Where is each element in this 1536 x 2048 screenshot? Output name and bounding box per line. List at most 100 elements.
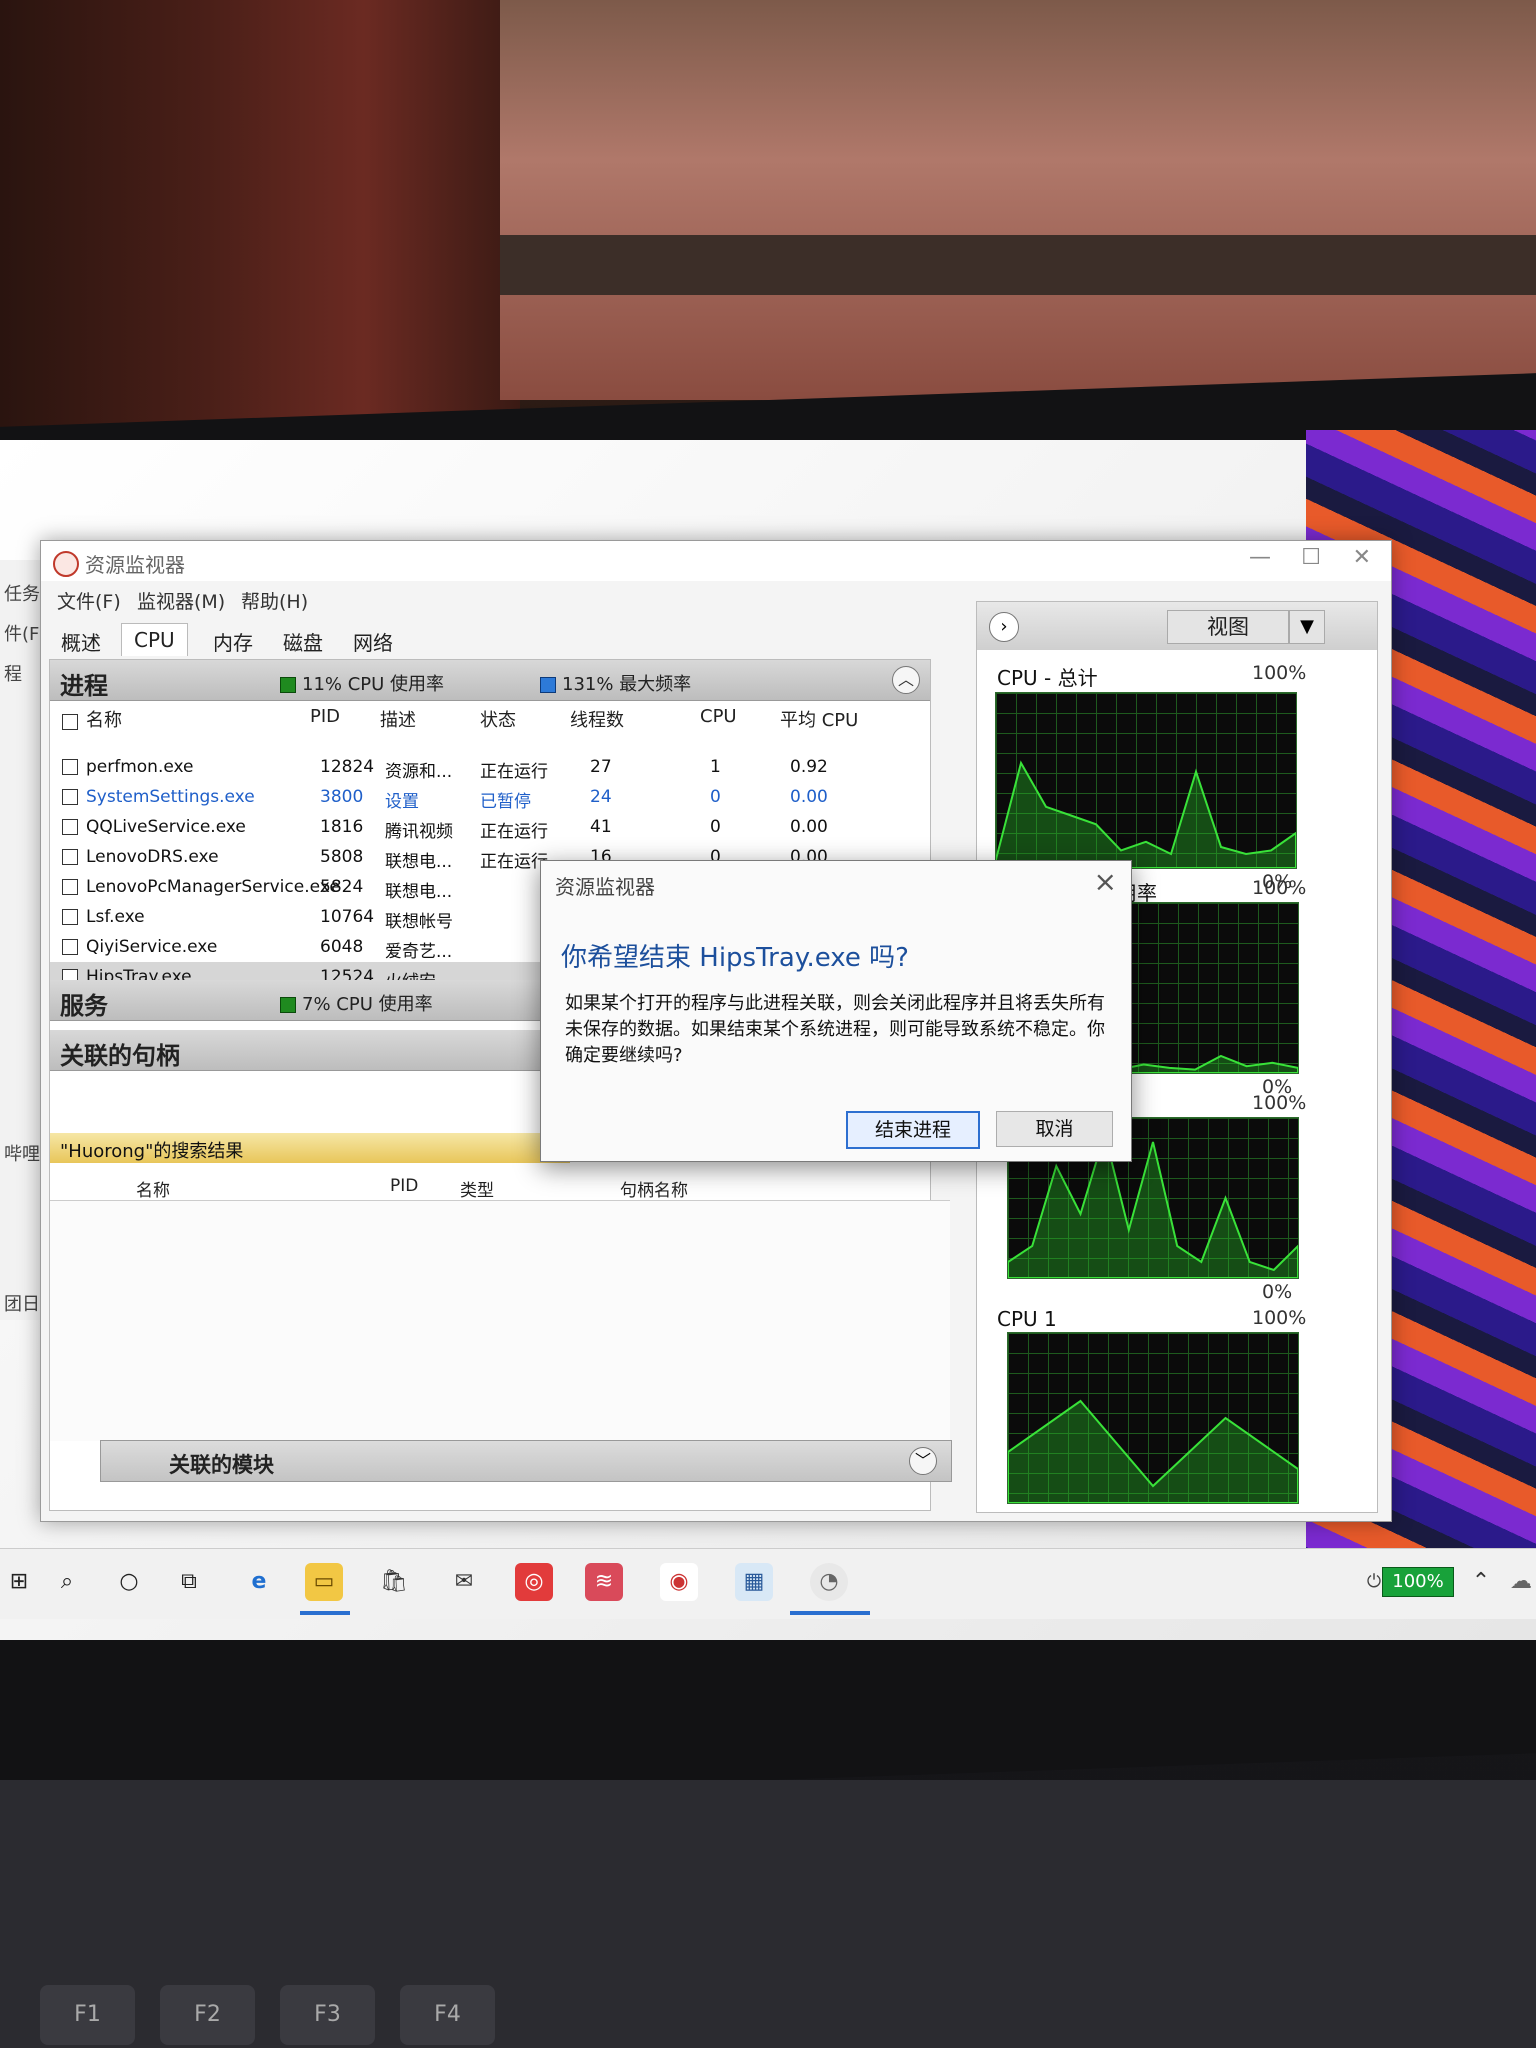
search-icon[interactable]: ⌕	[48, 1563, 86, 1601]
task-manager-icon[interactable]: ▦	[735, 1563, 773, 1601]
maximize-button[interactable]: ☐	[1301, 545, 1321, 570]
table-row[interactable]: QQLiveService.exe 1816 腾讯视频 正在运行 41 0 0.00	[50, 812, 910, 842]
processes-header[interactable]: 进程 11% CPU 使用率 131% 最大频率 ︿	[50, 660, 930, 701]
col-pid[interactable]: PID	[310, 706, 340, 727]
background-curtain	[0, 0, 520, 460]
processes-cpu-usage-text: 11% CPU 使用率	[302, 674, 445, 695]
menu-monitor[interactable]: 监视器(M)	[137, 587, 225, 614]
collapse-up-icon[interactable]: ︿	[892, 666, 920, 694]
task-view-icon[interactable]: ⧉	[170, 1563, 208, 1601]
processes-max-freq: 131% 最大频率	[540, 670, 691, 696]
handles-list	[50, 1200, 950, 1441]
cpu-usage-series	[1118, 1054, 1298, 1073]
resource-monitor-taskbar-icon[interactable]: ◔	[810, 1563, 848, 1601]
active-indicator	[300, 1611, 350, 1615]
process-pid: 6048	[320, 937, 364, 957]
background-railing	[500, 235, 1536, 295]
graph-min-pct: 0%	[1262, 1281, 1293, 1303]
f2-key: F2	[160, 1985, 255, 2045]
process-avg-cpu: 0.00	[790, 817, 828, 837]
graph-max-pct: 100%	[1252, 1092, 1307, 1114]
green-square-icon	[280, 677, 296, 693]
row-checkbox[interactable]	[62, 849, 78, 865]
close-icon[interactable]: ×	[1094, 865, 1117, 898]
dialog-heading: 你希望结束 HipsTray.exe 吗?	[561, 943, 909, 973]
col-threads[interactable]: 线程数	[570, 706, 624, 732]
row-checkbox[interactable]	[62, 939, 78, 955]
row-checkbox[interactable]	[62, 819, 78, 835]
tm-label: 团日	[4, 1294, 40, 1315]
process-cpu: 0	[710, 787, 721, 807]
file-explorer-icon[interactable]: ▭	[305, 1563, 343, 1601]
table-row[interactable]: SystemSettings.exe 3800 设置 已暂停 24 0 0.00	[50, 782, 910, 812]
chrome-icon[interactable]: ◉	[660, 1563, 698, 1601]
process-desc: 联想电...	[385, 852, 453, 872]
edge-icon[interactable]: e	[240, 1563, 278, 1601]
row-checkbox[interactable]	[62, 789, 78, 805]
tm-label: 程	[4, 664, 22, 685]
col-desc[interactable]: 描述	[380, 706, 416, 732]
select-all-checkbox[interactable]	[62, 714, 78, 730]
modules-header[interactable]: 关联的模块 ﹀	[100, 1440, 952, 1482]
process-pid: 10764	[320, 907, 375, 927]
processes-cpu-usage: 11% CPU 使用率	[280, 670, 444, 696]
processes-max-freq-text: 131% 最大频率	[562, 674, 692, 695]
graph-label: CPU 1	[997, 1307, 1057, 1331]
audio-app-icon[interactable]: ≋	[585, 1563, 623, 1601]
store-icon[interactable]: 🛍	[375, 1563, 413, 1601]
expand-right-icon[interactable]: ›	[989, 612, 1019, 642]
process-desc: 爱奇艺...	[385, 942, 453, 962]
chevron-down-icon[interactable]: ▼	[1289, 610, 1325, 644]
services-title: 服务	[60, 992, 108, 1020]
title-bar[interactable]: 资源监视器 — ☐ ✕	[41, 541, 1391, 581]
table-row[interactable]: perfmon.exe 12824 资源和... 正在运行 27 1 0.92	[50, 752, 910, 782]
cancel-button[interactable]: 取消	[996, 1111, 1113, 1147]
tab-memory[interactable]: 内存	[201, 623, 265, 660]
end-process-dialog: 资源监视器 × 你希望结束 HipsTray.exe 吗? 如果某个打开的程序与…	[540, 860, 1132, 1162]
menu-file[interactable]: 文件(F)	[57, 587, 121, 614]
process-name: SystemSettings.exe	[86, 787, 255, 807]
col-handle-handle-name[interactable]: 句柄名称	[620, 1176, 688, 1201]
cpu-graph	[1117, 902, 1299, 1074]
process-name: LenovoPcManagerService.exe	[86, 877, 340, 897]
cloud-icon[interactable]: ☁	[1502, 1563, 1536, 1601]
collapse-down-icon[interactable]: ﹀	[909, 1447, 937, 1475]
menu-help[interactable]: 帮助(H)	[241, 587, 308, 614]
modules-title: 关联的模块	[169, 1453, 274, 1477]
row-checkbox[interactable]	[62, 759, 78, 775]
col-handle-name[interactable]: 名称	[136, 1176, 170, 1201]
col-name[interactable]: 名称	[86, 706, 122, 732]
tab-disk[interactable]: 磁盘	[271, 623, 335, 660]
process-desc: 联想电...	[385, 882, 453, 902]
graph-max-pct: 100%	[1252, 662, 1307, 684]
battery-indicator[interactable]: 100%	[1382, 1567, 1454, 1597]
process-name: LenovoDRS.exe	[86, 847, 219, 867]
mail-icon[interactable]: ✉	[445, 1563, 483, 1601]
end-process-button[interactable]: 结束进程	[846, 1111, 980, 1149]
view-button[interactable]: 视图	[1167, 610, 1289, 644]
col-handle-type[interactable]: 类型	[460, 1176, 494, 1201]
start-icon[interactable]: ⊞	[0, 1563, 38, 1601]
tab-cpu[interactable]: CPU	[121, 623, 188, 656]
tab-overview[interactable]: 概述	[49, 623, 113, 660]
process-threads: 41	[590, 817, 612, 837]
close-button[interactable]: ✕	[1353, 545, 1371, 570]
col-status[interactable]: 状态	[480, 706, 516, 732]
cortana-icon[interactable]: ○	[110, 1563, 148, 1601]
minimize-button[interactable]: —	[1249, 545, 1271, 570]
process-status: 已暂停	[480, 792, 531, 812]
process-pid: 3800	[320, 787, 364, 807]
process-threads: 24	[590, 787, 612, 807]
col-cpu[interactable]: CPU	[700, 706, 737, 727]
row-checkbox[interactable]	[62, 879, 78, 895]
row-checkbox[interactable]	[62, 909, 78, 925]
graph-max-pct: 100%	[1252, 1307, 1307, 1329]
col-handle-pid[interactable]: PID	[390, 1176, 418, 1196]
tab-network[interactable]: 网络	[341, 623, 405, 660]
netease-music-icon[interactable]: ◎	[515, 1563, 553, 1601]
graph-toolbar: › 视图 ▼	[977, 602, 1377, 650]
graph-label: CPU - 总计	[997, 666, 1098, 690]
col-avg-cpu[interactable]: 平均 CPU	[780, 706, 858, 732]
chevron-up-icon[interactable]: ⌃	[1462, 1563, 1500, 1601]
process-desc: 资源和...	[385, 762, 453, 782]
